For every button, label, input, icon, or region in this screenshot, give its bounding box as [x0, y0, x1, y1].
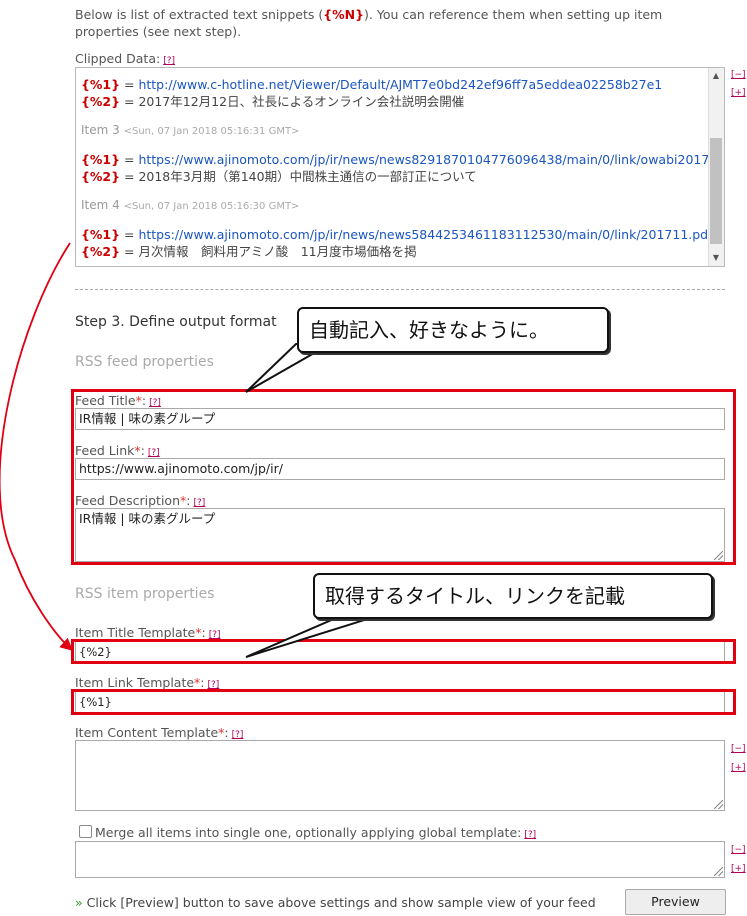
clip-key: {%2} — [81, 169, 121, 184]
clipped-scrollbar[interactable]: ▲ ▼ — [708, 68, 724, 266]
clip-row: {%2} = 月次情報 飼料用アミノ酸 11月度市場価格を掲 — [81, 243, 706, 260]
preview-button[interactable]: Preview — [625, 889, 726, 915]
feed-link-label-row: Feed Link*: [?] — [75, 443, 160, 458]
step3-title: Step 3. Define output format — [75, 314, 277, 330]
clip-value: 月次情報 飼料用アミノ酸 11月度市場価格を掲 — [138, 244, 417, 259]
content-expand-link[interactable]: [+] — [731, 760, 746, 777]
clipped-data-content: {%1} = http://www.c-hotline.net/Viewer/D… — [81, 76, 724, 260]
feed-section-title: RSS feed properties — [75, 354, 214, 370]
global-expand-link[interactable]: [+] — [731, 861, 746, 878]
clip-item-title: Item 4 — [81, 198, 120, 212]
item-title-label-row: Item Title Template*: [?] — [75, 625, 221, 640]
feed-desc-help-link[interactable]: [?] — [193, 498, 205, 508]
clipped-data-box[interactable]: {%1} = http://www.c-hotline.net/Viewer/D… — [75, 67, 725, 267]
resize-grip-icon[interactable] — [714, 551, 723, 560]
label-colon: : — [200, 675, 205, 690]
clip-key: {%2} — [81, 94, 121, 109]
item-content-textarea[interactable] — [75, 740, 725, 811]
feed-link-help-link[interactable]: [?] — [148, 448, 160, 458]
clip-item-header: Item 3 <Sun, 07 Jan 2018 05:16:31 GMT> — [81, 122, 706, 139]
clip-item-header: Item 4 <Sun, 07 Jan 2018 05:16:30 GMT> — [81, 197, 706, 214]
item-section-title: RSS item properties — [75, 586, 215, 602]
clip-row: {%2} = 2017年12月12日、社長によるオンライン会社説明会開催 — [81, 93, 706, 110]
clip-eq: = — [120, 227, 139, 242]
feed-desc-label-row: Feed Description*: [?] — [75, 493, 205, 508]
feed-title-help-link[interactable]: [?] — [149, 398, 161, 408]
clipped-data-label-row: Clipped Data: [?] — [75, 51, 175, 66]
intro-text: Below is list of extracted text snippets… — [75, 6, 715, 40]
feed-desc-label: Feed Description — [75, 493, 180, 508]
item-link-input[interactable]: {%1} — [75, 691, 725, 713]
clipped-collapse-link[interactable]: [−] — [731, 67, 746, 84]
clip-value: 2018年3月期（第140期）中間株主通信の一部訂正について — [138, 169, 477, 184]
feed-description-textarea[interactable]: IR情報 | 味の素グループ — [75, 508, 725, 562]
clip-key: {%1} — [81, 77, 121, 92]
item-link-label-row: Item Link Template*: [?] — [75, 675, 219, 690]
item-title-input[interactable]: {%2} — [75, 641, 725, 663]
callout-title-link: 取得するタイトル、リンクを記載 — [313, 573, 713, 619]
label-colon: : — [140, 443, 145, 458]
item-link-help-link[interactable]: [?] — [208, 680, 220, 690]
item-content-label-row: Item Content Template*: [?] — [75, 725, 243, 740]
global-collapse-link[interactable]: [−] — [731, 842, 746, 859]
clip-item-timestamp: <Sun, 07 Jan 2018 05:16:31 GMT> — [123, 126, 300, 137]
clip-value: 2017年12月12日、社長によるオンライン会社説明会開催 — [138, 94, 465, 109]
merge-checkbox[interactable] — [79, 825, 92, 838]
clip-link[interactable]: https://www.ajinomoto.com/jp/ir/news/new… — [138, 152, 724, 167]
feed-title-label: Feed Title — [75, 393, 136, 408]
clip-row: {%1} = https://www.ajinomoto.com/jp/ir/n… — [81, 151, 724, 168]
clip-key: {%2} — [81, 244, 121, 259]
clipped-expand-link[interactable]: [+] — [731, 85, 746, 102]
label-colon: : — [186, 493, 191, 508]
global-template-textarea[interactable] — [75, 841, 725, 878]
clip-eq: = — [120, 94, 139, 109]
intro-before: Below is list of extracted text snippets… — [75, 7, 324, 22]
item-link-label: Item Link Template — [75, 675, 195, 690]
label-colon: : — [141, 393, 147, 408]
content-collapse-link[interactable]: [−] — [731, 741, 746, 758]
clip-eq: = — [120, 169, 139, 184]
item-title-help-link[interactable]: [?] — [209, 630, 221, 640]
item-content-help-link[interactable]: [?] — [232, 730, 244, 740]
clip-key: {%1} — [81, 152, 121, 167]
clip-eq: = — [120, 152, 139, 167]
resize-grip-icon[interactable] — [714, 867, 723, 876]
clip-link[interactable]: https://www.ajinomoto.com/jp/ir/news/new… — [138, 227, 712, 242]
feed-link-input[interactable]: https://www.ajinomoto.com/jp/ir/ — [75, 458, 725, 480]
clip-eq: = — [120, 244, 139, 259]
section-divider — [75, 289, 725, 290]
hint-arrow-icon: » — [75, 895, 83, 910]
resize-grip-icon[interactable] — [714, 800, 723, 809]
feed-link-label: Feed Link — [75, 443, 135, 458]
callout-auto-fill: 自動記入、好きなように。 — [297, 307, 609, 353]
clip-eq: = — [120, 77, 139, 92]
scroll-up-icon[interactable]: ▲ — [708, 68, 724, 84]
feed-title-label-row: Feed Title*: [?] — [75, 393, 161, 408]
clip-key: {%1} — [81, 227, 121, 242]
clip-item-timestamp: <Sun, 07 Jan 2018 05:16:30 GMT> — [123, 201, 300, 212]
clip-link[interactable]: http://www.c-hotline.net/Viewer/Default/… — [138, 77, 662, 92]
clipped-data-label: Clipped Data: — [75, 51, 161, 66]
scroll-down-icon[interactable]: ▼ — [708, 250, 724, 266]
red-arrow — [0, 242, 73, 651]
intro-token: {%N} — [323, 7, 365, 22]
preview-hint: » Click [Preview] button to save above s… — [75, 895, 596, 910]
clip-row: {%2} = 2018年3月期（第140期）中間株主通信の一部訂正について — [81, 168, 706, 185]
preview-hint-text: Click [Preview] button to save above set… — [86, 895, 596, 910]
merge-label-row: Merge all items into single one, optiona… — [95, 825, 536, 840]
clip-row: {%1} = http://www.c-hotline.net/Viewer/D… — [81, 76, 706, 93]
label-colon: : — [201, 625, 206, 640]
feed-title-input[interactable]: IR情報 | 味の素グループ — [75, 408, 725, 430]
merge-label: Merge all items into single one, optiona… — [95, 825, 522, 840]
clipped-help-link[interactable]: [?] — [163, 56, 175, 66]
merge-help-link[interactable]: [?] — [524, 830, 536, 840]
scroll-thumb[interactable] — [710, 138, 722, 244]
clip-row: {%1} = https://www.ajinomoto.com/jp/ir/n… — [81, 226, 713, 243]
label-colon: : — [224, 725, 229, 740]
clip-item-title: Item 3 — [81, 123, 120, 137]
item-content-label: Item Content Template — [75, 725, 219, 740]
feed-description-value: IR情報 | 味の素グループ — [79, 511, 216, 526]
item-title-label: Item Title Template — [75, 625, 196, 640]
